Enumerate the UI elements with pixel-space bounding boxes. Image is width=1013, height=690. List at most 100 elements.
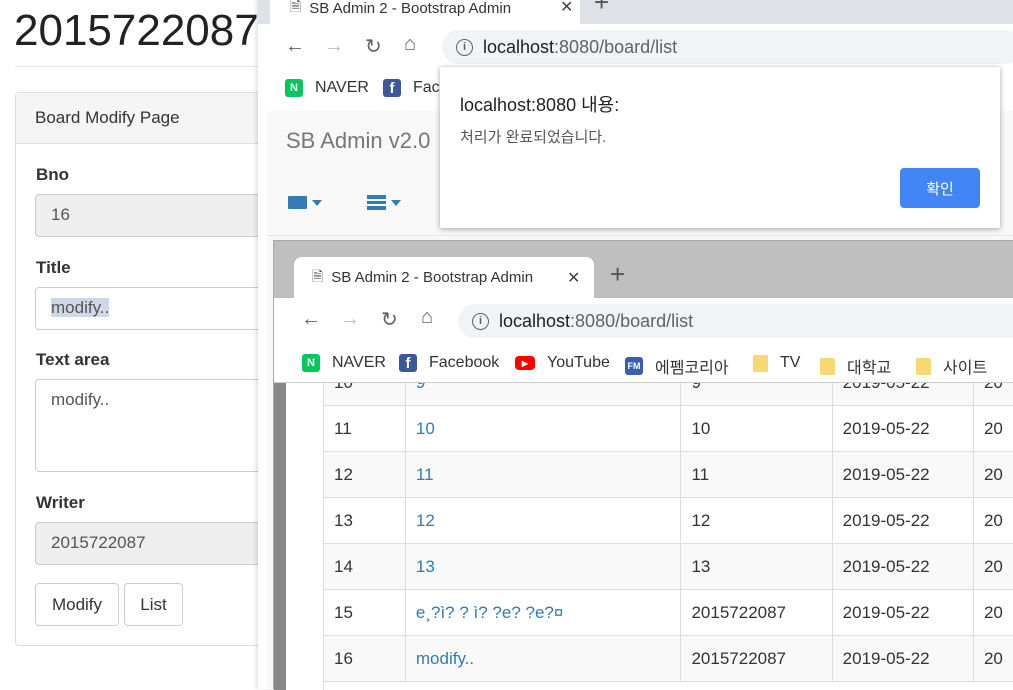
post-title-link[interactable]: 11	[405, 452, 681, 498]
close-tab-icon[interactable]: ✕	[567, 268, 580, 288]
bookmark-label: NAVER	[332, 354, 386, 372]
table-cell: 2015722087	[681, 636, 832, 682]
bookmark-folder-tv[interactable]: TV	[753, 354, 800, 372]
url-host: localhost	[483, 37, 554, 58]
post-title-link[interactable]: 12	[405, 498, 681, 544]
forward-icon[interactable]: →	[324, 35, 344, 58]
bookmark-label: 사이트	[943, 354, 987, 378]
writer-field: 2015722087	[35, 522, 275, 565]
address-bar[interactable]: i localhost:8080/board/list	[458, 304, 1013, 338]
alert-dialog: localhost:8080 내용: 처리가 완료되었습니다. 확인	[440, 67, 1000, 228]
new-tab-icon[interactable]: +	[610, 259, 625, 290]
bookmark-folder-university[interactable]: 대학교	[820, 354, 891, 378]
address-bar[interactable]: i localhost:8080/board/list	[442, 30, 1013, 64]
table-cell: 20	[973, 544, 1013, 590]
bookmark-label: Facebook	[429, 354, 499, 372]
info-icon[interactable]: i	[472, 313, 489, 330]
tab-sb-admin[interactable]: 🗎 SB Admin 2 - Bootstrap Admin ✕	[294, 257, 594, 298]
close-tab-icon[interactable]: ✕	[560, 0, 573, 17]
fmkorea-icon: FM	[625, 357, 643, 375]
back-icon[interactable]: ←	[285, 35, 305, 58]
table-cell: 2019-05-22	[832, 452, 973, 498]
table-row: 1211112019-05-2220	[324, 452, 1013, 498]
bookmark-naver[interactable]: N NAVER	[285, 79, 369, 97]
folder-icon	[753, 355, 768, 372]
brand-title[interactable]: SB Admin v2.0	[286, 128, 430, 154]
alert-ok-button[interactable]: 확인	[900, 168, 980, 208]
post-title-link[interactable]: modify..	[405, 636, 681, 682]
table-cell: 13	[681, 544, 832, 590]
alert-title: localhost:8080 내용:	[460, 91, 619, 117]
messages-dropdown[interactable]	[288, 196, 322, 209]
reload-icon[interactable]: ↻	[365, 34, 382, 59]
list-button[interactable]: List	[124, 583, 183, 626]
caret-down-icon	[391, 200, 401, 206]
table-cell: 16	[324, 636, 406, 682]
table-cell: 2019-05-22	[832, 590, 973, 636]
table-cell: 2015722087	[681, 590, 832, 636]
table-cell: 11	[681, 452, 832, 498]
title-input[interactable]: modify..	[35, 287, 275, 330]
table-cell: 13	[324, 498, 406, 544]
post-title-link[interactable]: 9	[405, 383, 681, 406]
bookmark-fmkorea[interactable]: FM 에펨코리아	[625, 354, 729, 378]
bookmark-label: TV	[780, 354, 800, 372]
post-title-link[interactable]: 10	[405, 406, 681, 452]
forward-icon[interactable]: →	[340, 308, 360, 331]
title-divider	[15, 66, 268, 67]
table-cell: 2019-05-22	[832, 406, 973, 452]
table-cell: 2019-05-22	[832, 636, 973, 682]
tab-strip: 🗎 SB Admin 2 - Bootstrap Admin ✕ +	[274, 241, 1013, 298]
table-cell: 20	[973, 452, 1013, 498]
navbar-divider	[267, 235, 1013, 236]
bookmark-folder-sites[interactable]: 사이트	[916, 354, 987, 378]
folder-icon	[820, 358, 835, 375]
bno-label: Bno	[36, 165, 69, 185]
bookmark-label: 에펨코리아	[655, 354, 729, 378]
facebook-icon: f	[383, 79, 401, 97]
url-path: :8080/board/list	[554, 37, 677, 58]
toolbar: ← → ↻ ⌂ i localhost:8080/board/list	[258, 24, 1013, 70]
table-cell: 2019-05-22	[832, 383, 973, 406]
bookmarks-bar: N NAVER f Facebook ▶ YouTube FM 에펨코리아 TV…	[274, 344, 1013, 383]
bookmark-naver[interactable]: N NAVER	[302, 354, 386, 372]
table-row: 1312122019-05-2220	[324, 498, 1013, 544]
back-icon[interactable]: ←	[301, 308, 321, 331]
page-icon: 🗎	[290, 0, 301, 20]
table-row: 16modify..20157220872019-05-2220	[324, 636, 1013, 682]
tab-title: SB Admin 2 - Bootstrap Admin	[331, 269, 543, 286]
board-modify-page: 2015722087 Board Modify Page Bno 16 Titl…	[0, 0, 268, 689]
table-row: 10992019-05-2220	[324, 383, 1013, 406]
tab-strip: 🗎 SB Admin 2 - Bootstrap Admin ✕ +	[258, 0, 1013, 24]
alert-message: 처리가 완료되었습니다.	[460, 126, 606, 147]
modify-button[interactable]: Modify	[35, 583, 119, 626]
bookmark-label: NAVER	[315, 79, 369, 97]
home-icon[interactable]: ⌂	[404, 33, 416, 56]
bookmark-label: 대학교	[847, 354, 891, 378]
post-title-link[interactable]: e¸?ì? ? ì? ?e? ?e?¤	[405, 590, 681, 636]
bookmark-label: YouTube	[547, 354, 610, 372]
toolbar: ← → ↻ ⌂ i localhost:8080/board/list	[274, 298, 1013, 344]
table-cell: 20	[973, 406, 1013, 452]
info-icon[interactable]: i	[456, 39, 473, 56]
modify-panel: Board Modify Page Bno 16 Title modify.. …	[15, 92, 275, 646]
board-table: 10992019-05-22201110102019-05-2220121111…	[323, 383, 1013, 682]
bookmark-facebook[interactable]: f Face	[383, 79, 449, 97]
caret-down-icon	[312, 200, 322, 206]
home-icon[interactable]: ⌂	[421, 306, 433, 329]
bookmark-facebook[interactable]: f Facebook	[399, 354, 499, 372]
tasks-dropdown[interactable]	[367, 195, 401, 210]
table-cell: 2019-05-22	[832, 498, 973, 544]
reload-icon[interactable]: ↻	[381, 307, 398, 332]
url-host: localhost	[499, 311, 570, 332]
new-tab-icon[interactable]: +	[594, 0, 609, 18]
tab-sb-admin[interactable]: 🗎 SB Admin 2 - Bootstrap Admin ✕	[270, 0, 580, 24]
browser-window-front: 🗎 SB Admin 2 - Bootstrap Admin ✕ + ← → ↻…	[273, 240, 1013, 689]
table-cell: 15	[324, 590, 406, 636]
table-cell: 12	[681, 498, 832, 544]
table-cell: 10	[324, 383, 406, 406]
table-row: 1413132019-05-2220	[324, 544, 1013, 590]
content-textarea[interactable]: modify..	[35, 379, 275, 472]
post-title-link[interactable]: 13	[405, 544, 681, 590]
bookmark-youtube[interactable]: ▶ YouTube	[515, 354, 610, 372]
